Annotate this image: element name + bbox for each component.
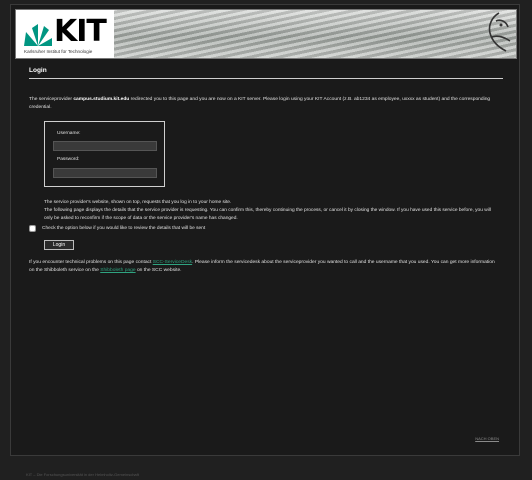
scc-servicedesk-link[interactable]: SCC-ServiceDesk	[153, 260, 192, 265]
intro-text: The serviceprovider campus.studium.kit.e…	[29, 97, 491, 110]
page-container: KIT Karlsruher Institut für Technologie …	[10, 4, 520, 456]
username-label: Username:	[57, 131, 81, 136]
kit-logo-text: KIT	[54, 14, 107, 49]
password-label: Password:	[57, 157, 80, 162]
header-banner: KIT Karlsruher Institut für Technologie	[15, 9, 517, 59]
help-text: If you encounter technical problems on t…	[29, 260, 495, 273]
back-to-top-link[interactable]: NACH OBEN	[475, 436, 499, 441]
kit-logo-subtitle: Karlsruher Institut für Technologie	[24, 49, 93, 54]
kit-logo-mark-icon	[24, 24, 52, 46]
review-consent-option[interactable]: Check the option below if you would like…	[29, 225, 503, 232]
login-content: Login The serviceprovider campus.studium…	[29, 67, 503, 275]
kit-logo[interactable]: KIT Karlsruher Institut für Technologie	[16, 10, 114, 58]
service-provider-name: campus.studium.kit.edu	[73, 97, 130, 102]
review-consent-checkbox[interactable]	[29, 225, 36, 232]
info-text: The service provider's website, shown on…	[44, 200, 491, 221]
footer-text: KIT – Die Forschungsuniversität in der H…	[26, 472, 139, 477]
page-title: Login	[29, 67, 503, 79]
shibboleth-page-link[interactable]: Shibboleth page	[100, 268, 135, 273]
username-field[interactable]	[53, 141, 157, 151]
login-button[interactable]: Login	[44, 240, 74, 250]
banner-photo	[114, 10, 516, 58]
login-form: Username: Password:	[44, 121, 165, 187]
review-consent-label: Check the option below if you would like…	[42, 226, 206, 231]
password-field[interactable]	[53, 168, 157, 178]
griffin-icon	[488, 12, 511, 52]
